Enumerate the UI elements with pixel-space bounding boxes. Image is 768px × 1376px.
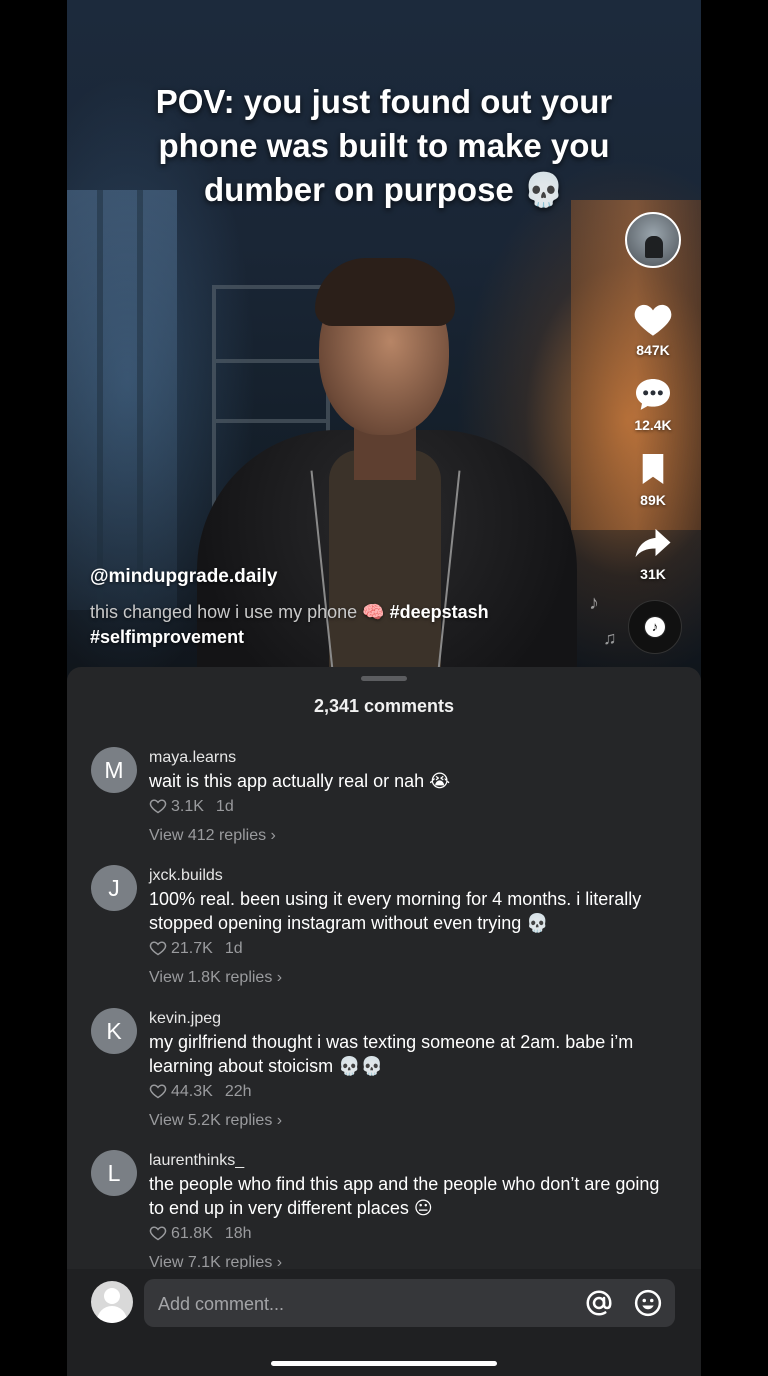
comment-username[interactable]: laurenthinks_	[149, 1150, 679, 1172]
view-replies-link[interactable]: View 7.1K replies ›	[149, 1252, 679, 1269]
tiktok-screen: POV: you just found out your phone was b…	[67, 0, 701, 1376]
comment-like-count: 61.8K	[171, 1225, 213, 1242]
hashtag[interactable]: #deepstash	[390, 602, 489, 622]
commenter-avatar[interactable]: L	[91, 1150, 137, 1196]
comment-text: my girlfriend thought i was texting some…	[149, 1032, 634, 1076]
view-replies-link[interactable]: View 412 replies ›	[149, 825, 679, 847]
comment-time: 1d	[224, 940, 243, 957]
commenter-avatar[interactable]: M	[91, 747, 137, 793]
comment-time: 18h	[224, 1225, 252, 1242]
comment-button[interactable]: 12.4K	[625, 375, 681, 433]
like-count: 847K	[636, 342, 670, 358]
comment-username[interactable]: maya.learns	[149, 747, 679, 769]
tiktok-logo-icon: ♪	[645, 617, 665, 637]
view-replies-link[interactable]: View 1.8K replies ›	[149, 967, 679, 989]
comment-count: 12.4K	[634, 417, 672, 433]
comments-list[interactable]: M maya.learns wait is this app actually …	[67, 747, 701, 1269]
comment-meta: 21.7K 1d	[149, 938, 679, 960]
comment-username[interactable]: jxck.builds	[149, 865, 679, 887]
music-note-icon: ♫	[603, 628, 617, 648]
at-mention-icon[interactable]	[584, 1288, 614, 1318]
heart-outline-icon[interactable]	[149, 798, 167, 814]
comments-count-title: 2,341 comments	[313, 696, 455, 716]
comment-meta: 44.3K 22h	[149, 1081, 679, 1103]
creator-avatar[interactable]	[625, 212, 681, 268]
creator-username[interactable]: @mindupgrade.daily	[90, 566, 277, 588]
heart-icon	[634, 304, 672, 336]
bookmark-icon	[642, 453, 664, 485]
comment-time: 1d	[215, 798, 234, 815]
comment-like-count: 21.7K	[171, 940, 213, 957]
share-arrow-icon	[635, 528, 671, 558]
comment-text: 100% real. been using it every morning f…	[149, 889, 642, 933]
video-caption: this changed how i use my phone 🧠 #deeps…	[90, 600, 550, 650]
background-window	[67, 190, 177, 610]
comment-like-count: 44.3K	[171, 1083, 213, 1100]
comment-text: wait is this app actually real or nah 😭	[149, 771, 451, 791]
sheet-drag-handle[interactable]	[361, 676, 407, 681]
music-note-icon: ♪	[589, 592, 599, 614]
share-button[interactable]: 31K	[625, 524, 681, 582]
comment-composer	[67, 1269, 701, 1376]
hashtag[interactable]: #selfimprovement	[90, 627, 244, 647]
heart-outline-icon[interactable]	[149, 940, 167, 956]
video-overlay-title: POV: you just found out your phone was b…	[155, 83, 613, 208]
home-indicator[interactable]	[271, 1361, 497, 1366]
comment-username[interactable]: kevin.jpeg	[149, 1008, 679, 1030]
video-player[interactable]: POV: you just found out your phone was b…	[67, 0, 701, 690]
comment-input[interactable]	[156, 1279, 560, 1329]
emoji-icon[interactable]	[633, 1288, 663, 1318]
commenter-avatar[interactable]: K	[91, 1008, 137, 1054]
share-count: 31K	[640, 566, 666, 582]
comment-bubble-icon	[636, 379, 670, 410]
view-replies-link[interactable]: View 5.2K replies ›	[149, 1110, 679, 1132]
like-button[interactable]: 847K	[625, 300, 681, 358]
save-button[interactable]: 89K	[625, 450, 681, 508]
heart-outline-icon[interactable]	[149, 1083, 167, 1099]
commenter-avatar[interactable]: J	[91, 865, 137, 911]
my-avatar	[91, 1281, 133, 1323]
comment-meta: 61.8K 18h	[149, 1223, 679, 1245]
caption-text: this changed how i use my phone 🧠	[90, 602, 385, 622]
music-disc-button[interactable]: ♪	[628, 600, 682, 654]
comment-like-count: 3.1K	[171, 798, 204, 815]
comment-meta: 3.1K 1d	[149, 796, 679, 818]
save-count: 89K	[640, 492, 666, 508]
comment-text: the people who find this app and the peo…	[149, 1174, 660, 1218]
comment-time: 22h	[224, 1083, 252, 1100]
heart-outline-icon[interactable]	[149, 1225, 167, 1241]
comment-input-box[interactable]	[144, 1279, 675, 1329]
